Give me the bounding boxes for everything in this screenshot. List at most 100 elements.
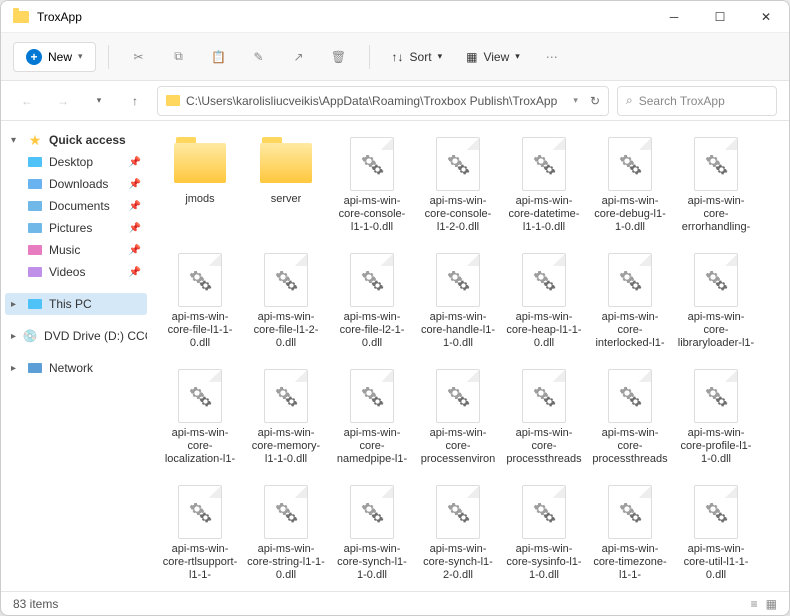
pin-icon: 📌	[129, 201, 141, 212]
sort-button[interactable]: ↑↓ Sort ▾	[382, 44, 453, 70]
file-item[interactable]: api-ms-win-core-timezone-l1-1-	[589, 481, 671, 591]
file-item[interactable]: api-ms-win-core-localization-l1-2-0.dll	[159, 365, 241, 477]
file-item[interactable]: api-ms-win-core-processthreads-l1-1-0.dl…	[503, 365, 585, 477]
file-item[interactable]: api-ms-win-core-profile-l1-1-0.dll	[675, 365, 757, 477]
sidebar-item-documents[interactable]: Documents 📌	[5, 195, 147, 217]
file-label: api-ms-win-core-string-l1-1-0.dll	[247, 543, 325, 582]
file-item[interactable]: api-ms-win-core-file-l1-2-0.dll	[245, 249, 327, 361]
search-placeholder: Search TroxApp	[639, 94, 725, 108]
search-icon: ⌕	[626, 93, 633, 108]
file-label: api-ms-win-core-handle-l1-1-0.dll	[419, 311, 497, 350]
close-button[interactable]: ✕	[743, 1, 789, 32]
up-button[interactable]: ↑	[121, 87, 149, 115]
recent-button[interactable]: ▾	[85, 87, 113, 115]
details-view-button[interactable]: ≡	[751, 597, 758, 611]
sidebar-item-videos[interactable]: Videos📌	[5, 261, 147, 283]
icons-view-button[interactable]: ▦	[766, 597, 777, 611]
titlebar[interactable]: TroxApp ─ ☐ ✕	[1, 1, 789, 33]
file-item[interactable]: api-ms-win-core-debug-l1-1-0.dll	[589, 133, 671, 245]
folder-item[interactable]: server	[245, 133, 327, 245]
new-button[interactable]: + New ▾	[13, 42, 96, 72]
sidebar-item-downloads[interactable]: Downloads 📌	[5, 173, 147, 195]
network[interactable]: ▸ Network	[5, 357, 147, 379]
sidebar-item-label: Pictures	[49, 221, 92, 235]
file-label: api-ms-win-core-file-l2-1-0.dll	[333, 311, 411, 350]
file-label: api-ms-win-core-sysinfo-l1-1-0.dll	[505, 543, 583, 582]
file-item[interactable]: api-ms-win-core-console-l1-2-0.dll	[417, 133, 499, 245]
dll-icon	[522, 485, 566, 539]
minimize-button[interactable]: ─	[651, 1, 697, 32]
dll-icon	[522, 369, 566, 423]
dvd-drive[interactable]: ▸ 💿 DVD Drive (D:) CCCC	[5, 325, 147, 347]
file-label: api-ms-win-core-profile-l1-1-0.dll	[677, 427, 755, 466]
file-label: api-ms-win-core-util-l1-1-0.dll	[677, 543, 755, 582]
this-pc[interactable]: ▸ This PC	[5, 293, 147, 315]
chevron-down-icon[interactable]: ▾	[573, 95, 578, 106]
address-bar[interactable]: C:\Users\karolisliucveikis\AppData\Roami…	[157, 86, 609, 116]
file-item[interactable]: api-ms-win-core-heap-l1-1-0.dll	[503, 249, 585, 361]
toolbar: + New ▾ ✂ ⧉ 📋 ✎ ↗ 🗑 ↑↓ Sort ▾ ▦ View ▾ ⋯	[1, 33, 789, 81]
file-item[interactable]: api-ms-win-core-processthreads-l1-1-1.dl…	[589, 365, 671, 477]
copy-button[interactable]: ⧉	[161, 41, 197, 73]
dll-icon	[436, 485, 480, 539]
file-item[interactable]: api-ms-win-core-console-l1-1-0.dll	[331, 133, 413, 245]
delete-button[interactable]: 🗑	[321, 41, 357, 73]
search-input[interactable]: ⌕ Search TroxApp	[617, 86, 777, 116]
file-item[interactable]: api-ms-win-core-string-l1-1-0.dll	[245, 481, 327, 591]
file-label: api-ms-win-core-file-l1-2-0.dll	[247, 311, 325, 350]
view-button[interactable]: ▦ View ▾	[456, 44, 530, 70]
file-item[interactable]: api-ms-win-core-sysinfo-l1-1-0.dll	[503, 481, 585, 591]
refresh-button[interactable]: ↻	[590, 94, 600, 108]
maximize-button[interactable]: ☐	[697, 1, 743, 32]
dll-icon	[608, 485, 652, 539]
back-button[interactable]: ←	[13, 87, 41, 115]
dll-icon	[178, 369, 222, 423]
sidebar-item-desktop[interactable]: Desktop📌	[5, 151, 147, 173]
file-item[interactable]: api-ms-win-core-libraryloader-l1-1-0.dll	[675, 249, 757, 361]
quick-access[interactable]: ▾ ★ Quick access	[5, 129, 147, 151]
plus-icon: +	[26, 49, 42, 65]
dll-icon	[694, 485, 738, 539]
pin-icon: 📌	[129, 157, 141, 168]
file-item[interactable]: api-ms-win-core-memory-l1-1-0.dll	[245, 365, 327, 477]
file-label: jmods	[185, 193, 214, 206]
file-item[interactable]: api-ms-win-core-interlocked-l1-1-0.dll	[589, 249, 671, 361]
file-item[interactable]: api-ms-win-core-processenvironment-l1-1-…	[417, 365, 499, 477]
file-label: api-ms-win-core-heap-l1-1-0.dll	[505, 311, 583, 350]
sidebar-item-label: Documents	[49, 199, 110, 213]
file-label: api-ms-win-core-processenvironment-l1-1-…	[419, 427, 497, 466]
dll-icon	[436, 369, 480, 423]
file-label: api-ms-win-core-timezone-l1-1-	[591, 543, 669, 582]
share-button[interactable]: ↗	[281, 41, 317, 73]
file-item[interactable]: api-ms-win-core-file-l2-1-0.dll	[331, 249, 413, 361]
sidebar-item-label: Videos	[49, 265, 85, 279]
folder-icon	[27, 221, 43, 235]
sidebar-item-music[interactable]: Music📌	[5, 239, 147, 261]
file-item[interactable]: api-ms-win-core-synch-l1-1-0.dll	[331, 481, 413, 591]
file-item[interactable]: api-ms-win-core-namedpipe-l1-1-0.dll	[331, 365, 413, 477]
file-item[interactable]: api-ms-win-core-rtlsupport-l1-1-	[159, 481, 241, 591]
dll-icon	[178, 485, 222, 539]
file-item[interactable]: api-ms-win-core-datetime-l1-1-0.dll	[503, 133, 585, 245]
chevron-down-icon: ▾	[11, 135, 21, 146]
folder-icon	[27, 155, 43, 169]
file-item[interactable]: api-ms-win-core-handle-l1-1-0.dll	[417, 249, 499, 361]
file-item[interactable]: api-ms-win-core-file-l1-1-0.dll	[159, 249, 241, 361]
path-text: C:\Users\karolisliucveikis\AppData\Roami…	[186, 94, 567, 108]
folder-item[interactable]: jmods	[159, 133, 241, 245]
file-pane[interactable]: jmods serverapi-ms-win-core-console-l1-1-…	[151, 121, 789, 591]
forward-button[interactable]: →	[49, 87, 77, 115]
pin-icon: 📌	[129, 179, 141, 190]
rename-button[interactable]: ✎	[241, 41, 277, 73]
file-item[interactable]: api-ms-win-core-synch-l1-2-0.dll	[417, 481, 499, 591]
cut-button[interactable]: ✂	[121, 41, 157, 73]
dll-icon	[694, 137, 738, 191]
file-item[interactable]: api-ms-win-core-util-l1-1-0.dll	[675, 481, 757, 591]
sidebar-item-pictures[interactable]: Pictures📌	[5, 217, 147, 239]
file-item[interactable]: api-ms-win-core-errorhandling-l1-1-0.dll	[675, 133, 757, 245]
more-button[interactable]: ⋯	[534, 41, 570, 73]
paste-button[interactable]: 📋	[201, 41, 237, 73]
sidebar-item-label: Music	[49, 243, 80, 257]
file-label: api-ms-win-core-synch-l1-2-0.dll	[419, 543, 497, 582]
sidebar-item-label: Downloads	[49, 177, 108, 191]
